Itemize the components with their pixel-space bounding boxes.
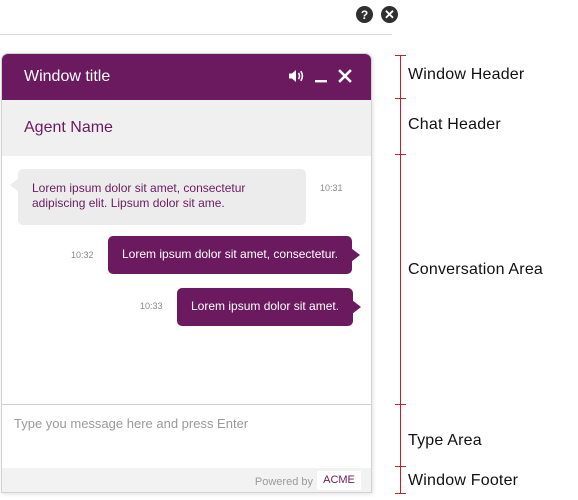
close-window-icon[interactable] [336, 67, 353, 84]
message-time: 10:32 [71, 250, 94, 260]
bracket-conversation-area [400, 154, 401, 404]
type-area [2, 404, 371, 468]
bracket-type-area [400, 404, 401, 466]
message-incoming: Lorem ipsum dolor sit amet, consectetur … [10, 169, 306, 225]
label-conversation-area: Conversation Area [408, 261, 544, 278]
bracket-window-footer [400, 466, 401, 493]
message-outgoing: Lorem ipsum dolor sit amet. [177, 288, 362, 326]
message-input[interactable] [14, 411, 359, 435]
window-title: Window title [24, 68, 111, 85]
help-icon[interactable]: ? [356, 6, 373, 23]
message-outgoing: Lorem ipsum dolor sit amet, consectetur. [108, 236, 361, 274]
minimize-icon[interactable] [312, 67, 329, 84]
chat-widget: Window title Agent Name Lorem ipsum dolo… [1, 53, 372, 493]
bracket-chat-header [400, 98, 401, 154]
agent-name: Agent Name [24, 119, 113, 136]
volume-icon[interactable] [288, 67, 305, 84]
chat-header: Agent Name [2, 100, 371, 156]
label-type-area: Type Area [408, 432, 482, 449]
bracket-window-header [400, 55, 401, 98]
label-window-header: Window Header [408, 66, 525, 83]
window-header: Window title [2, 54, 371, 100]
window-controls [288, 67, 353, 84]
message-time: 10:31 [320, 183, 343, 193]
brand-logo[interactable]: ACME [317, 471, 361, 490]
top-divider [0, 34, 392, 35]
label-window-footer: Window Footer [408, 472, 519, 489]
diagram-canvas: ? ✕ Window title Agent Name Lorem ipsum … [0, 0, 578, 500]
window-footer: Powered by ACME [2, 468, 371, 492]
message-time: 10:33 [140, 301, 163, 311]
powered-by-label: Powered by [254, 476, 313, 488]
close-icon[interactable]: ✕ [381, 6, 398, 23]
label-chat-header: Chat Header [408, 116, 501, 133]
bracket-tick [395, 493, 406, 494]
conversation-area: Lorem ipsum dolor sit amet, consectetur … [2, 156, 371, 404]
